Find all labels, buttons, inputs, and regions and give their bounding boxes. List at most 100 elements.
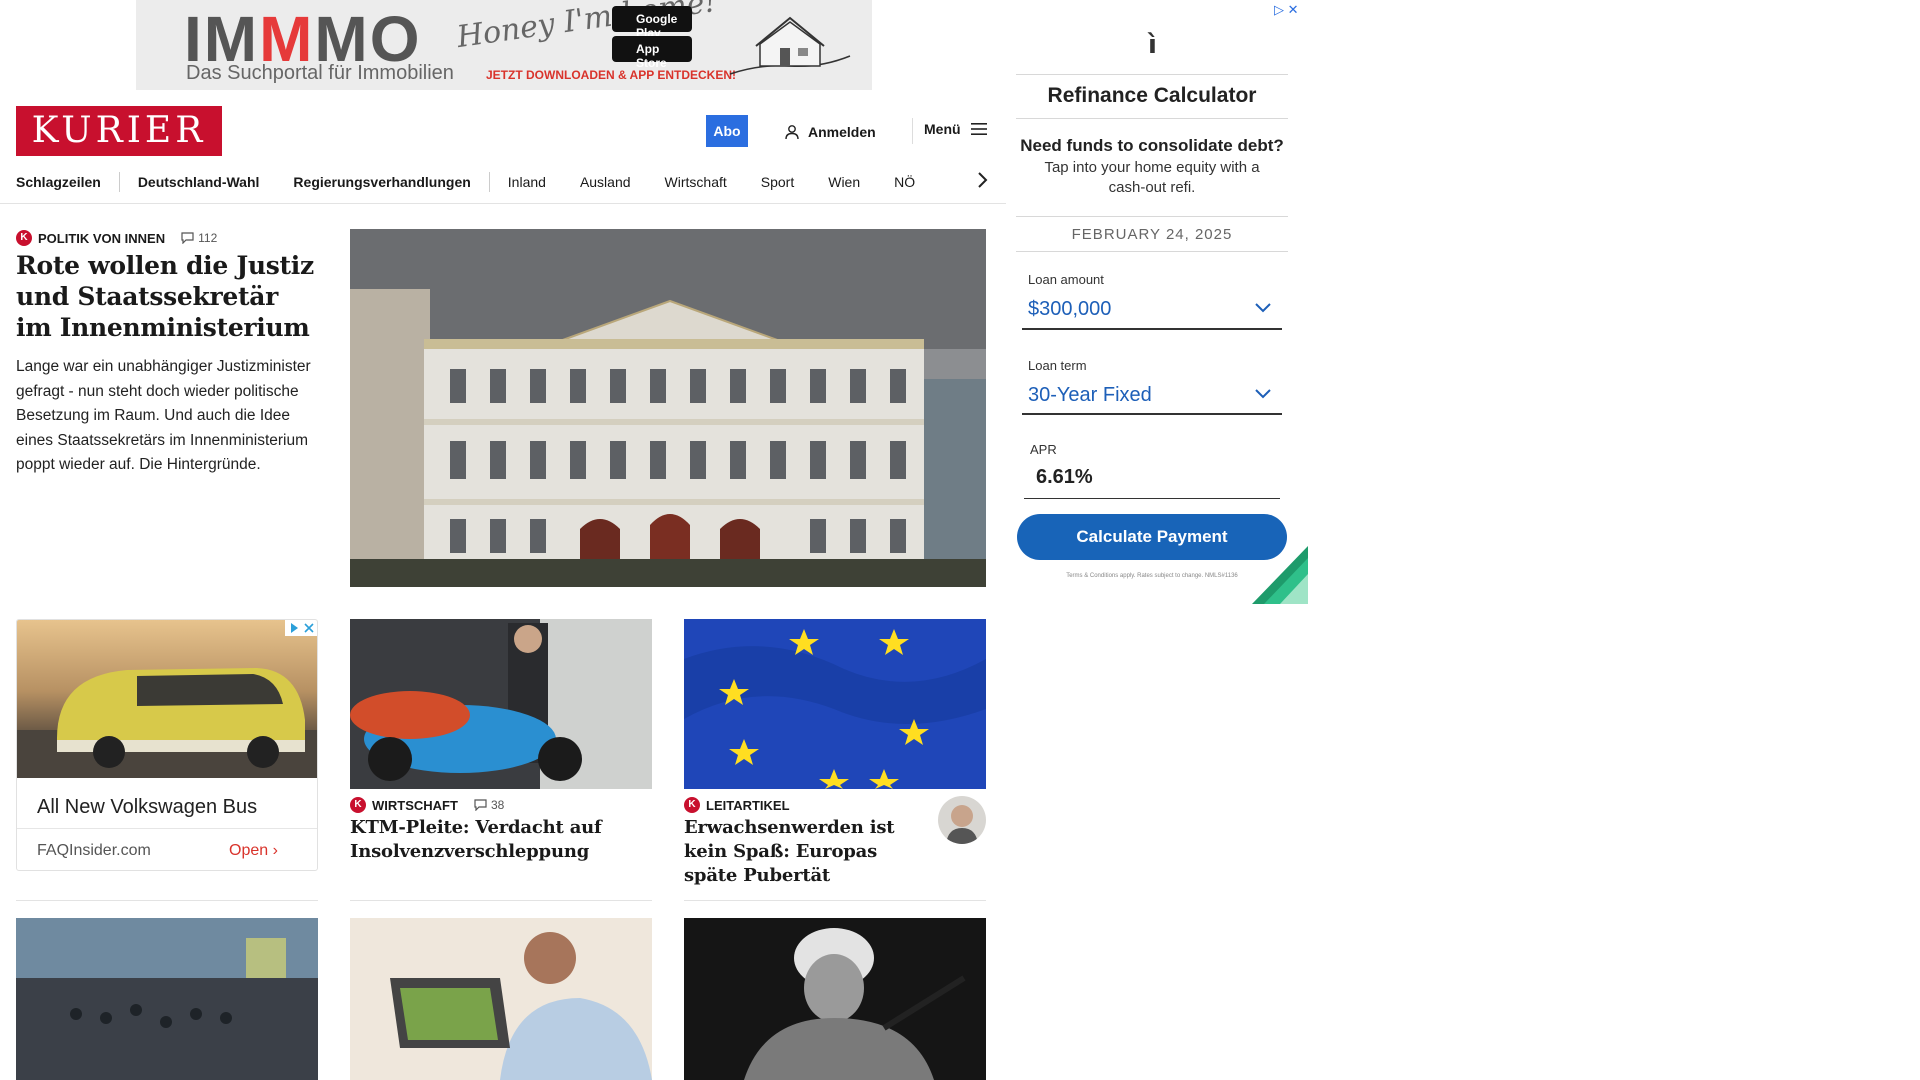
login-label: Anmelden <box>808 124 876 140</box>
select-underline <box>1022 413 1282 415</box>
nav-item-wirtschaft[interactable]: Wirtschaft <box>665 174 727 190</box>
laptop-woman-image[interactable] <box>350 918 652 1080</box>
motorcycle-illustration <box>350 619 652 789</box>
airport-illustration <box>16 918 318 1080</box>
google-play-badge[interactable]: Google Play <box>612 6 692 40</box>
card-headline[interactable]: Erwachsenwerden ist kein Spaß: Europas s… <box>684 816 934 888</box>
lead-headline[interactable]: Rote wollen die Justiz und Staatssekretä… <box>16 250 316 343</box>
ad-cta[interactable]: JETZT DOWNLOADEN & APP ENTDECKEN! <box>486 68 736 82</box>
kurier-k-icon: K <box>684 797 700 813</box>
nav-item-ausland[interactable]: Ausland <box>580 174 631 190</box>
native-ad-open-label: Open <box>229 842 269 859</box>
palace-illustration <box>350 229 986 587</box>
card-category[interactable]: K WIRTSCHAFT 38 <box>350 797 504 813</box>
eu-flag-image[interactable] <box>684 619 986 789</box>
user-icon <box>785 125 799 140</box>
lead-teaser: Lange war ein unabhängiger Justizministe… <box>16 358 311 473</box>
chevron-down-icon[interactable] <box>1254 388 1272 400</box>
native-ad-card[interactable]: All New Volkswagen Bus FAQInsider.com Op… <box>16 619 318 871</box>
app-store-badge[interactable]: App Store <box>612 36 692 70</box>
laptop-illustration <box>350 918 652 1080</box>
author-avatar[interactable] <box>938 796 986 844</box>
airport-image[interactable] <box>16 918 318 1080</box>
card-category-label: WIRTSCHAFT <box>372 797 458 813</box>
native-ad-divider <box>17 828 317 829</box>
comment-icon <box>181 232 194 244</box>
card-comments[interactable]: 38 <box>474 798 504 812</box>
ad-divider <box>1016 74 1288 75</box>
lead-category-label: POLITIK VON INNEN <box>38 230 166 246</box>
kurier-k-icon: K <box>16 230 32 246</box>
kurier-k-icon: K <box>350 797 366 813</box>
hamburger-icon <box>970 123 987 135</box>
header-divider <box>912 118 913 144</box>
ad-question: Need funds to consolidate debt? <box>1020 136 1284 155</box>
nav-item-regierungsverhandlungen[interactable]: Regierungsverhandlungen <box>293 174 470 190</box>
top-banner-ad[interactable]: IMMMO Das Suchportal für Immobilien Hone… <box>136 0 872 90</box>
card-comment-count: 38 <box>490 798 505 812</box>
ktm-image[interactable] <box>350 619 652 789</box>
apr-underline <box>1024 498 1280 499</box>
native-ad-title[interactable]: All New Volkswagen Bus <box>37 796 257 819</box>
nav-item-noe[interactable]: NÖ <box>894 174 915 190</box>
login-button[interactable]: Anmelden <box>784 121 876 143</box>
samurai-image[interactable] <box>684 918 986 1080</box>
chevron-right-icon: › <box>272 842 278 859</box>
eu-flag-illustration <box>684 619 986 789</box>
vw-bus-image[interactable] <box>17 620 317 778</box>
nav-item-schlagzeilen[interactable]: Schlagzeilen <box>16 174 101 190</box>
card-category[interactable]: K LEITARTIKEL <box>684 797 790 813</box>
loan-term-select[interactable]: 30-Year Fixed <box>1028 384 1152 407</box>
ad-subtitle: Tap into your home equity with a cash-ou… <box>1044 159 1260 196</box>
apr-value: 6.61% <box>1036 466 1093 488</box>
vw-bus-illustration <box>17 668 317 778</box>
ad-divider <box>1016 216 1288 217</box>
menu-button[interactable]: Menü <box>924 121 987 137</box>
nav-divider <box>118 172 120 192</box>
ad-divider <box>1016 118 1288 119</box>
lead-category[interactable]: K POLITIK VON INNEN 112 <box>16 230 217 246</box>
chevron-down-icon[interactable] <box>1254 302 1272 314</box>
ad-tagline: Das Suchportal für Immobilien <box>186 62 454 84</box>
lead-comment-count: 112 <box>198 231 218 245</box>
ad-divider <box>1016 251 1288 252</box>
nav-item-deutschland-wahl[interactable]: Deutschland-Wahl <box>138 174 260 190</box>
adchoices-icon <box>291 623 314 633</box>
author-portrait <box>946 805 978 844</box>
kurier-logo[interactable]: KURIER <box>16 106 222 156</box>
loan-amount-label: Loan amount <box>1028 272 1104 287</box>
row-divider <box>16 900 318 901</box>
adchoices-close-icon[interactable]: ▷ ✕ <box>1274 2 1299 18</box>
advertiser-logo: ì <box>1148 30 1157 60</box>
ad-title: Refinance Calculator <box>1047 84 1257 107</box>
native-ad-source: FAQInsider.com <box>37 842 151 859</box>
loan-amount-select[interactable]: $300,000 <box>1028 298 1111 321</box>
nav-divider-line <box>0 203 1006 204</box>
samurai-illustration <box>684 918 986 1080</box>
lead-comments[interactable]: 112 <box>181 231 217 245</box>
lead-image-palace[interactable] <box>350 229 986 587</box>
row-divider <box>684 900 986 901</box>
nav-item-wien[interactable]: Wien <box>828 174 860 190</box>
refinance-ad[interactable]: ▷ ✕ ì Refinance Calculator Need funds to… <box>1016 0 1308 604</box>
calculate-payment-button[interactable]: Calculate Payment <box>1017 514 1287 560</box>
card-category-label: LEITARTIKEL <box>706 797 790 813</box>
nav-item-sport[interactable]: Sport <box>761 174 794 190</box>
ad-terms: Terms & Conditions apply. Rates subject … <box>1066 573 1238 579</box>
chevron-right-icon[interactable] <box>970 168 994 192</box>
menu-label: Menü <box>924 121 961 137</box>
row-divider <box>350 900 652 901</box>
apr-label: APR <box>1030 442 1057 457</box>
adchoices-badge[interactable] <box>285 620 317 636</box>
card-headline[interactable]: KTM-Pleite: Verdacht auf Insolvenzversch… <box>350 816 650 864</box>
ad-date: FEBRUARY 24, 2025 <box>1071 226 1233 243</box>
loan-term-label: Loan term <box>1028 358 1087 373</box>
native-ad-open-button[interactable]: Open › <box>229 842 278 860</box>
abo-button[interactable]: Abo <box>706 115 748 147</box>
house-hand-illustration <box>729 16 851 75</box>
comment-icon <box>474 799 487 811</box>
nav-item-inland[interactable]: Inland <box>508 174 546 190</box>
select-underline <box>1022 328 1282 330</box>
nav-divider <box>488 172 490 192</box>
section-nav: Schlagzeilen Deutschland-Wahl Regierungs… <box>16 168 1000 196</box>
